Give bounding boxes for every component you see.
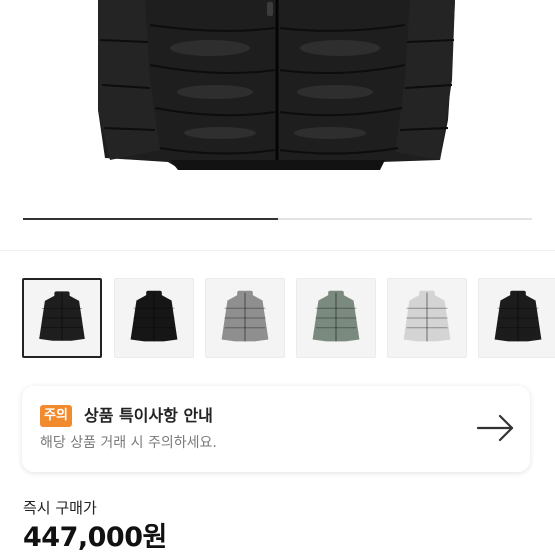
- thumbnail-6[interactable]: [478, 278, 555, 358]
- thumbnail-strip[interactable]: [22, 278, 555, 358]
- notice-title: 상품 특이사항 안내: [84, 406, 213, 425]
- thumbnail-2[interactable]: [114, 278, 194, 358]
- arrow-right-icon[interactable]: [476, 412, 516, 444]
- image-slide-progress: [23, 218, 532, 220]
- thumbnail-5[interactable]: [387, 278, 467, 358]
- black-puffer-jacket-thumbnail: [39, 291, 85, 341]
- instant-buy-price: 447,000원: [23, 522, 167, 553]
- glossy-black-puffer-jacket-thumbnail: [130, 290, 178, 342]
- grey-puffer-jacket-thumbnail: [221, 290, 269, 342]
- thumbnail-1[interactable]: [22, 278, 102, 358]
- silver-puffer-jacket-thumbnail: [403, 290, 451, 342]
- notice-card[interactable]: 주의 상품 특이사항 안내 해당 상품 거래 시 주의하세요.: [22, 386, 530, 472]
- thumbnail-3[interactable]: [205, 278, 285, 358]
- image-slide-progress-fill: [23, 218, 278, 220]
- thumbnail-4[interactable]: [296, 278, 376, 358]
- instant-buy-label: 즉시 구매가: [23, 499, 97, 517]
- puffer-jacket-icon: [98, 0, 455, 170]
- green-puffer-jacket-thumbnail: [312, 290, 360, 342]
- product-image-area[interactable]: [0, 0, 555, 250]
- black-puffer-jacket-thumbnail-2: [494, 290, 542, 342]
- notice-description: 해당 상품 거래 시 주의하세요.: [40, 435, 217, 451]
- caution-badge: 주의: [40, 405, 72, 427]
- section-divider: [0, 250, 555, 251]
